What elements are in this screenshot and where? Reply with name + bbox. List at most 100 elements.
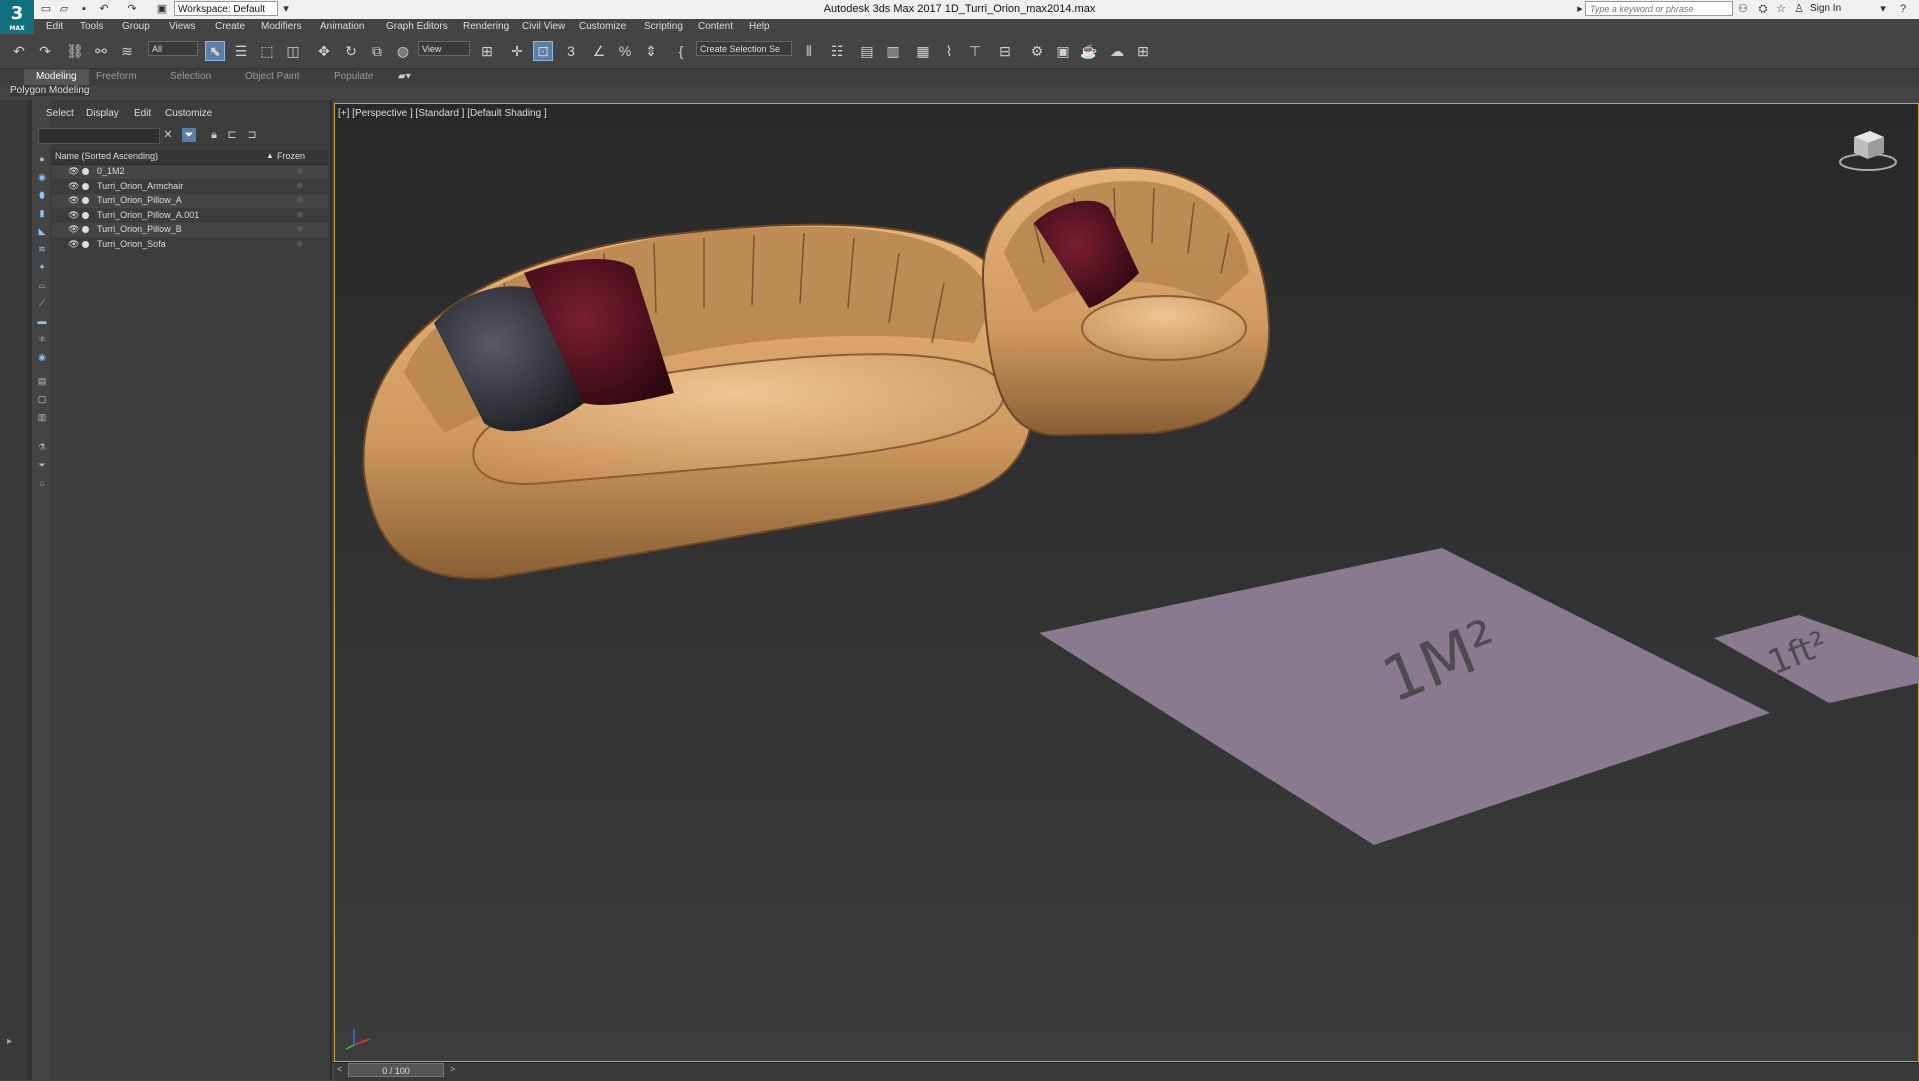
scene-explorer-toggle-icon[interactable]: ▤ bbox=[858, 42, 876, 60]
display-xrefs-icon[interactable]: ⟋ bbox=[35, 297, 49, 310]
tab-populate[interactable]: Populate bbox=[334, 71, 373, 82]
time-slider-handle[interactable]: 0 / 100 bbox=[348, 1063, 444, 1077]
display-spacewarps-icon[interactable]: ✦ bbox=[35, 261, 49, 274]
filter-toggle-icon[interactable]: ⏷ bbox=[182, 128, 196, 142]
frozen-toggle-icon[interactable]: ❄ bbox=[296, 224, 304, 235]
frozen-toggle-icon[interactable]: ❄ bbox=[296, 239, 304, 250]
scene-row[interactable]: 👁︎ Turri_Orion_Pillow_A ❄ bbox=[52, 194, 328, 208]
angle-snap-icon[interactable]: ∠ bbox=[590, 42, 608, 60]
display-groups-icon[interactable]: ⌓ bbox=[35, 279, 49, 292]
tab-selection[interactable]: Selection bbox=[170, 71, 211, 82]
menu-group[interactable]: Group bbox=[122, 21, 150, 32]
selection-filter-dropdown[interactable]: All bbox=[148, 41, 198, 56]
display-geometry-icon[interactable]: ◉ bbox=[35, 171, 49, 184]
tab-object-paint[interactable]: Object Paint bbox=[245, 71, 299, 82]
menu-views[interactable]: Views bbox=[169, 21, 196, 32]
ribbon-toggle-icon[interactable]: ▦ bbox=[914, 42, 932, 60]
scale-icon[interactable]: ⧉ bbox=[368, 42, 386, 60]
ribbon-panel-polygon-modeling[interactable]: Polygon Modeling bbox=[10, 85, 90, 96]
frozen-toggle-icon[interactable]: ❄ bbox=[296, 166, 304, 177]
sign-in-dropdown-icon[interactable]: ▾ bbox=[1876, 2, 1890, 16]
visibility-eye-icon[interactable]: 👁︎ bbox=[68, 224, 79, 235]
scene-row[interactable]: 👁︎ 0_1M2 ❄ bbox=[52, 165, 328, 179]
spinner-snap-icon[interactable]: ⇕ bbox=[642, 42, 660, 60]
column-frozen-header[interactable]: Frozen bbox=[277, 151, 305, 161]
time-prev-button[interactable]: < bbox=[337, 1064, 342, 1074]
display-lights-icon[interactable]: ▮ bbox=[35, 207, 49, 220]
visibility-eye-icon[interactable]: 👁︎ bbox=[68, 166, 79, 177]
lock-icon[interactable]: 🔒︎ bbox=[207, 128, 221, 142]
display-cameras-icon[interactable]: ◣ bbox=[35, 225, 49, 238]
curve-editor-icon[interactable]: ⌇ bbox=[940, 42, 958, 60]
render-setup-icon[interactable]: ⚙ bbox=[1028, 42, 1046, 60]
reference-plane-1m2[interactable]: 1M² bbox=[1039, 548, 1770, 845]
app-logo-button[interactable]: 3 MAX bbox=[0, 0, 34, 34]
favorites-star-icon[interactable]: ☆ bbox=[1774, 2, 1788, 16]
user-icon[interactable]: ♙ bbox=[1792, 2, 1806, 16]
visibility-eye-icon[interactable]: 👁︎ bbox=[68, 181, 79, 192]
filter-icon[interactable]: ⚗ bbox=[35, 441, 49, 454]
keyboard-shortcut-override-icon[interactable]: ⊡ bbox=[533, 41, 553, 61]
align-icon[interactable]: ☷ bbox=[828, 42, 846, 60]
display-shapes-icon[interactable]: ⬮ bbox=[35, 189, 49, 202]
render-production-icon[interactable]: ☕ bbox=[1080, 42, 1098, 60]
layer-explorer-icon[interactable]: ▥ bbox=[884, 42, 902, 60]
menu-civil-view[interactable]: Civil View bbox=[522, 21, 565, 32]
menu-create[interactable]: Create bbox=[215, 21, 245, 32]
menu-scripting[interactable]: Scripting bbox=[644, 21, 683, 32]
scene-row[interactable]: 👁︎ Turri_Orion_Pillow_B ❄ bbox=[52, 223, 328, 237]
visibility-eye-icon[interactable]: 👁︎ bbox=[68, 239, 79, 250]
scene-row[interactable]: 👁︎ Turri_Orion_Pillow_A.001 ❄ bbox=[52, 209, 328, 223]
hierarchy-icon[interactable]: ⊏ bbox=[225, 128, 239, 142]
sign-in-link[interactable]: Sign In bbox=[1810, 3, 1841, 14]
expand-panel-icon[interactable]: ▸ bbox=[7, 1036, 12, 1047]
scene-row[interactable]: 👁︎ Turri_Orion_Armchair ❄ bbox=[52, 180, 328, 194]
display-objects-icon[interactable]: ● bbox=[35, 153, 49, 166]
sofa-model[interactable] bbox=[362, 223, 1035, 580]
display-helpers-icon[interactable]: ≋ bbox=[35, 243, 49, 256]
display-frozen-icon[interactable]: ◉ bbox=[35, 351, 49, 364]
bind-space-warp-icon[interactable]: ≋ bbox=[118, 42, 136, 60]
render-online-icon[interactable]: ☁ bbox=[1108, 42, 1126, 60]
explorer-menu-edit[interactable]: Edit bbox=[134, 108, 151, 119]
scene-row[interactable]: 👁︎ Turri_Orion_Sofa ❄ bbox=[52, 238, 328, 252]
time-next-button[interactable]: > bbox=[450, 1064, 455, 1074]
menu-graph-editors[interactable]: Graph Editors bbox=[386, 21, 448, 32]
explorer-menu-display[interactable]: Display bbox=[86, 108, 119, 119]
snaps-toggle-icon[interactable]: 3 bbox=[562, 42, 580, 60]
display-none-icon[interactable]: ▥ bbox=[35, 411, 49, 424]
menu-edit[interactable]: Edit bbox=[46, 21, 63, 32]
viewcube[interactable] bbox=[1839, 131, 1897, 171]
reference-coordinate-dropdown[interactable]: View bbox=[418, 41, 470, 56]
reference-plane-1ft2[interactable]: 1ft² bbox=[1714, 615, 1919, 703]
binoculars-icon[interactable]: ⚇ bbox=[1736, 2, 1750, 16]
place-icon[interactable]: ◍ bbox=[394, 42, 412, 60]
explorer-menu-customize[interactable]: Customize bbox=[165, 108, 212, 119]
window-crossing-icon[interactable]: ◫ bbox=[284, 42, 302, 60]
undo-icon[interactable]: ↶ bbox=[10, 42, 28, 60]
percent-snap-icon[interactable]: % bbox=[616, 42, 634, 60]
select-by-name-icon[interactable]: ☰ bbox=[232, 42, 250, 60]
redo-icon[interactable]: ↷ bbox=[36, 42, 54, 60]
pivot-center-icon[interactable]: ⊞ bbox=[478, 42, 496, 60]
column-name-header[interactable]: Name (Sorted Ascending) bbox=[55, 151, 158, 161]
time-slider-bar[interactable] bbox=[334, 1062, 1919, 1081]
subscription-icon[interactable]: ⛭ bbox=[1756, 2, 1770, 16]
visibility-eye-icon[interactable]: 👁︎ bbox=[68, 210, 79, 221]
armchair-model[interactable] bbox=[981, 166, 1271, 437]
menu-modifiers[interactable]: Modifiers bbox=[261, 21, 302, 32]
explorer-menu-select[interactable]: Select bbox=[46, 108, 74, 119]
display-containers-icon[interactable]: ⚛ bbox=[35, 333, 49, 346]
help-icon[interactable]: ? bbox=[1896, 2, 1910, 16]
menu-content[interactable]: Content bbox=[698, 21, 733, 32]
display-bones-icon[interactable]: ▬ bbox=[35, 315, 49, 328]
menu-rendering[interactable]: Rendering bbox=[463, 21, 509, 32]
search-input[interactable]: Type a keyword or phrase bbox=[1585, 1, 1733, 16]
toolbar-more-icon[interactable]: ⊞ bbox=[1134, 42, 1152, 60]
clear-search-icon[interactable]: ✕ bbox=[161, 128, 175, 142]
material-editor-icon[interactable]: ⊟ bbox=[996, 42, 1014, 60]
select-object-icon[interactable]: ⬉ bbox=[205, 41, 225, 61]
rectangular-selection-icon[interactable]: ⬚ bbox=[258, 42, 276, 60]
container-icon[interactable]: ⌂ bbox=[35, 477, 49, 490]
frozen-toggle-icon[interactable]: ❄ bbox=[296, 210, 304, 221]
